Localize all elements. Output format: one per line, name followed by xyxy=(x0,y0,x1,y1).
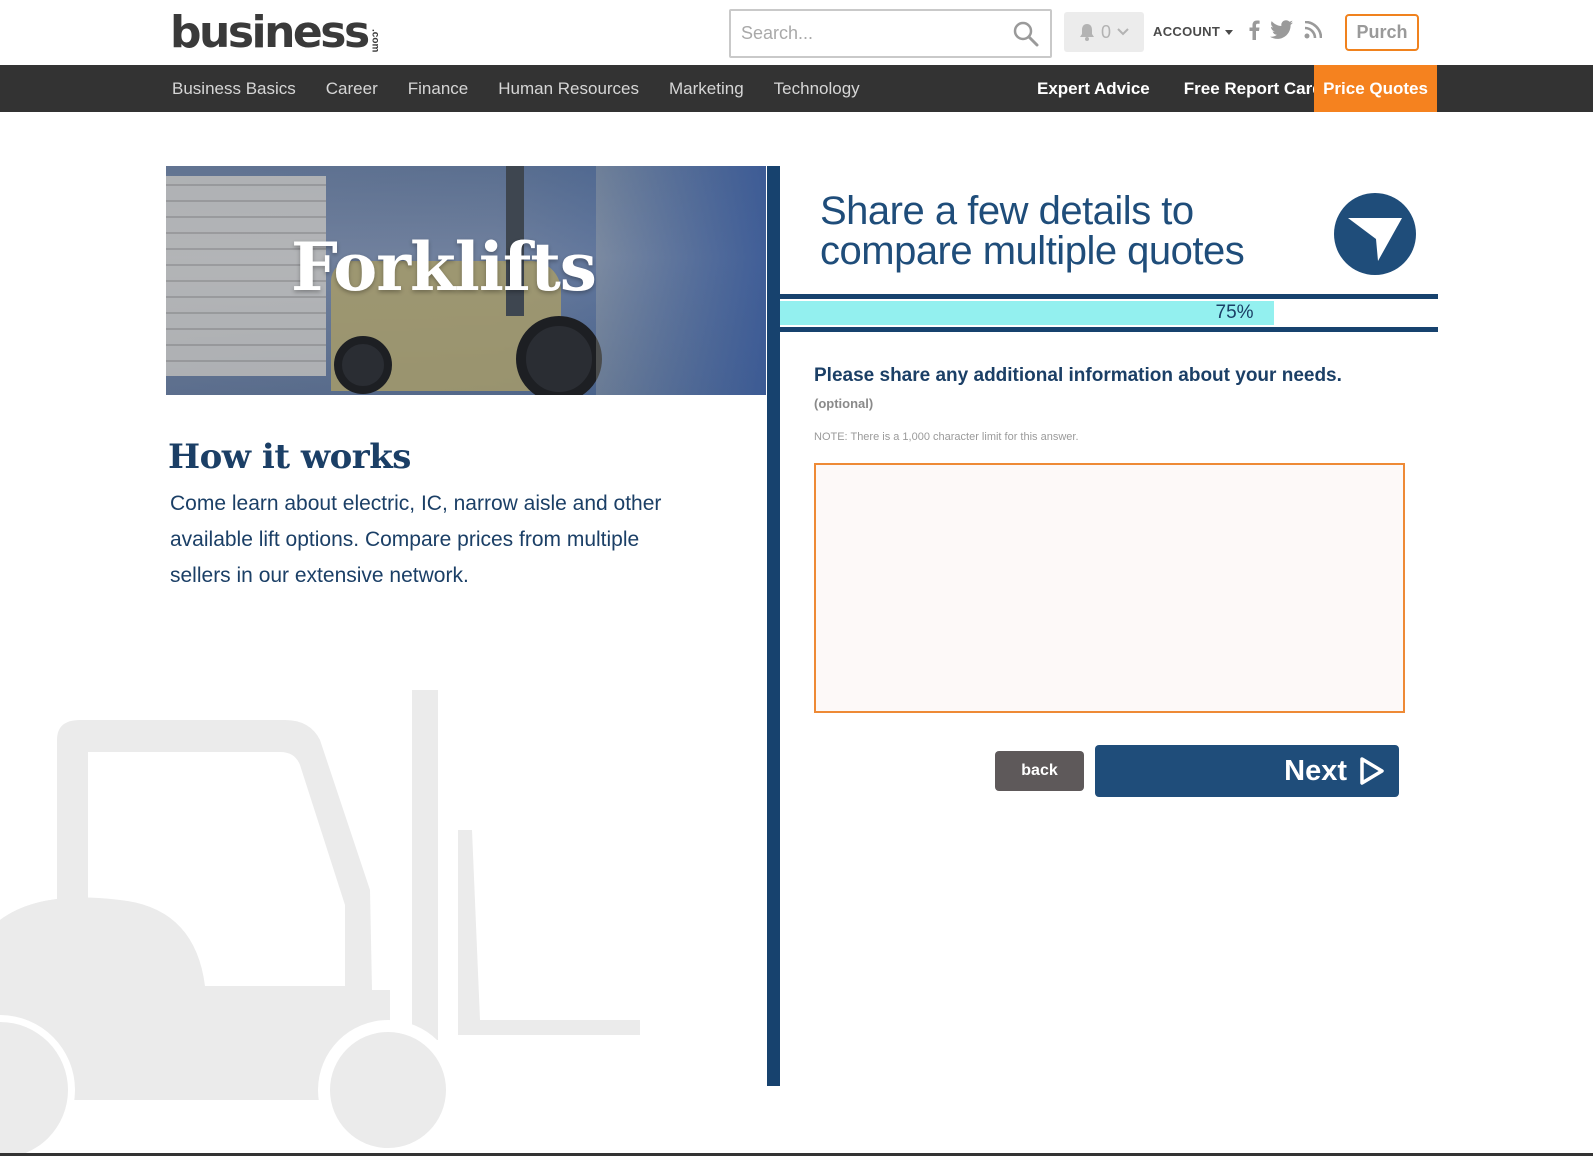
hero-forklift-wheel xyxy=(334,336,392,394)
nav-item-expert-advice[interactable]: Expert Advice xyxy=(1020,79,1167,99)
purch-button[interactable]: Purch xyxy=(1345,14,1419,51)
additional-info-textarea[interactable] xyxy=(814,463,1405,713)
nav-item-technology[interactable]: Technology xyxy=(774,79,860,99)
notifications-button[interactable]: 0 xyxy=(1064,12,1144,52)
logo-text: business xyxy=(170,7,370,58)
how-it-works-heading: How it works xyxy=(168,437,411,477)
search-icon[interactable] xyxy=(1012,20,1040,48)
site-logo[interactable]: business .com xyxy=(170,6,381,60)
next-button-label: Next xyxy=(1284,754,1347,787)
progress-label: 75% xyxy=(1215,302,1254,323)
vertical-divider xyxy=(767,166,780,1086)
caret-down-icon xyxy=(1225,30,1234,35)
play-arrow-icon xyxy=(1360,757,1384,785)
main-navbar: Business Basics Career Finance Human Res… xyxy=(0,65,1593,112)
arrow-down-icon xyxy=(1334,193,1416,275)
forklift-background-illustration xyxy=(0,690,640,1156)
hero-title: Forklifts xyxy=(291,228,597,306)
progress-fill xyxy=(780,301,1274,325)
search-box xyxy=(729,9,1052,58)
search-input[interactable] xyxy=(731,11,1001,56)
nav-featured: Expert Advice Free Report Card xyxy=(1020,65,1340,112)
nav-item-human-resources[interactable]: Human Resources xyxy=(498,79,639,99)
account-menu[interactable]: ACCOUNT xyxy=(1153,24,1234,39)
social-links xyxy=(1248,20,1322,40)
top-header: business .com 0 ACCOUNT xyxy=(0,0,1593,65)
nav-item-finance[interactable]: Finance xyxy=(408,79,468,99)
optional-label: (optional) xyxy=(814,396,874,411)
nav-item-marketing[interactable]: Marketing xyxy=(669,79,744,99)
character-limit-note: NOTE: There is a 1,000 character limit f… xyxy=(814,431,1079,443)
nav-item-career[interactable]: Career xyxy=(326,79,378,99)
hero-forklift-wheel xyxy=(516,316,602,395)
progress-bar: 75% xyxy=(780,294,1438,332)
form-title: Share a few details to compare multiple … xyxy=(820,189,1245,273)
notification-count: 0 xyxy=(1100,21,1111,42)
facebook-icon[interactable] xyxy=(1248,20,1260,40)
nav-item-business-basics[interactable]: Business Basics xyxy=(172,79,296,99)
nav-item-price-quotes[interactable]: Price Quotes xyxy=(1314,65,1437,112)
next-button[interactable]: Next xyxy=(1095,745,1399,797)
how-it-works-text: Come learn about electric, IC, narrow ai… xyxy=(170,492,662,587)
bell-icon xyxy=(1079,24,1094,41)
logo-suffix: .com xyxy=(369,28,381,52)
hero-image-forklifts: Forklifts xyxy=(166,166,766,395)
back-button[interactable]: back xyxy=(995,751,1084,791)
chevron-down-icon xyxy=(1117,28,1129,36)
question-label: Please share any additional information … xyxy=(814,365,1342,386)
rss-icon[interactable] xyxy=(1304,21,1322,39)
twitter-icon[interactable] xyxy=(1270,20,1294,40)
nav-categories: Business Basics Career Finance Human Res… xyxy=(172,65,890,112)
account-label: ACCOUNT xyxy=(1153,24,1221,39)
